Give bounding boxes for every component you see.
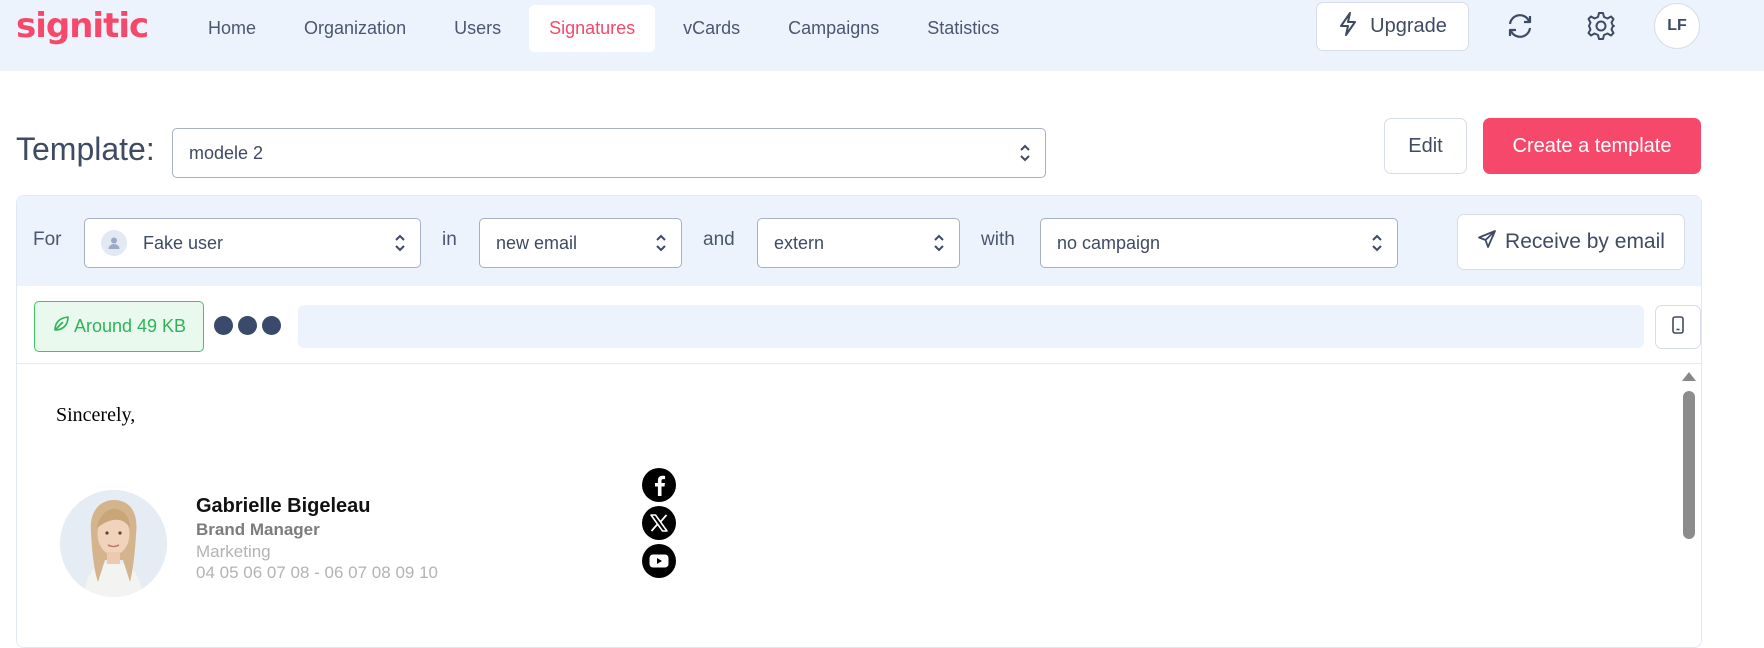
chevron-updown-icon <box>1020 144 1030 162</box>
email-type-value: new email <box>496 232 578 253</box>
preview-address-bar <box>298 305 1644 348</box>
chevron-updown-icon <box>395 234 405 252</box>
user-select[interactable]: Fake user <box>84 218 421 268</box>
signitic-logo[interactable]: signitic <box>16 6 149 46</box>
lightning-icon <box>1338 11 1358 42</box>
nav-statistics[interactable]: Statistics <box>907 5 1019 52</box>
and-label: and <box>703 229 735 250</box>
facebook-icon[interactable] <box>642 468 676 502</box>
x-icon[interactable] <box>642 506 676 540</box>
create-template-button[interactable]: Create a template <box>1483 118 1701 174</box>
nav-campaigns[interactable]: Campaigns <box>768 5 899 52</box>
window-dot <box>214 316 233 335</box>
user-select-value: Fake user <box>143 232 224 253</box>
filter-bar: For Fake user in new email and extern wi… <box>17 196 1701 286</box>
edit-button[interactable]: Edit <box>1384 118 1467 174</box>
audience-select[interactable]: extern <box>757 218 960 268</box>
send-icon <box>1477 229 1497 255</box>
mobile-preview-button[interactable] <box>1655 305 1701 349</box>
upgrade-label: Upgrade <box>1370 15 1447 37</box>
scrollbar-thumb[interactable] <box>1683 391 1695 539</box>
user-avatar[interactable]: LF <box>1654 3 1700 49</box>
signature-preview-panel: For Fake user in new email and extern wi… <box>16 195 1702 648</box>
window-dot <box>238 316 257 335</box>
window-dots <box>214 316 281 335</box>
receive-by-email-button[interactable]: Receive by email <box>1457 214 1685 270</box>
signature-department: Marketing <box>196 542 271 561</box>
size-badge: Around 49 KB <box>34 301 204 352</box>
template-select[interactable]: modele 2 <box>172 128 1046 178</box>
template-select-value: modele 2 <box>189 142 264 163</box>
template-label: Template: <box>16 131 155 167</box>
in-label: in <box>442 229 457 250</box>
campaign-select[interactable]: no campaign <box>1040 218 1398 268</box>
youtube-icon[interactable] <box>642 544 676 578</box>
gear-icon[interactable] <box>1583 8 1619 44</box>
top-navigation: signitic Home Organization Users Signatu… <box>0 0 1764 71</box>
nav-organization[interactable]: Organization <box>284 5 426 52</box>
main-nav: Home Organization Users Signatures vCard… <box>188 4 1027 52</box>
nav-users[interactable]: Users <box>434 5 521 52</box>
email-preview: Sincerely, Gabrielle Bigeleau Brand Mana… <box>17 364 1701 647</box>
leaf-icon <box>52 315 70 338</box>
window-dot <box>262 316 281 335</box>
audience-value: extern <box>774 232 825 253</box>
nav-vcards[interactable]: vCards <box>663 5 760 52</box>
mobile-icon <box>1671 315 1685 339</box>
signature-photo <box>60 490 167 597</box>
greeting-text: Sincerely, <box>56 404 136 426</box>
signature-title: Brand Manager <box>196 520 320 539</box>
size-label: Around 49 KB <box>73 316 187 336</box>
email-type-select[interactable]: new email <box>479 218 682 268</box>
upgrade-button[interactable]: Upgrade <box>1316 2 1469 51</box>
nav-signatures[interactable]: Signatures <box>529 4 656 52</box>
chevron-updown-icon <box>934 234 944 252</box>
with-label: with <box>981 229 1015 250</box>
for-label: For <box>33 229 62 250</box>
sync-icon[interactable] <box>1502 8 1538 44</box>
chevron-updown-icon <box>1372 234 1382 252</box>
nav-home[interactable]: Home <box>188 5 276 52</box>
user-icon <box>101 230 127 256</box>
preview-toolbar: Around 49 KB <box>17 286 1701 364</box>
campaign-value: no campaign <box>1057 232 1161 253</box>
scroll-up-arrow[interactable] <box>1682 372 1696 381</box>
chevron-updown-icon <box>656 234 666 252</box>
signature-phones: 04 05 06 07 08 - 06 07 08 09 10 <box>196 563 438 582</box>
receive-by-email-label: Receive by email <box>1505 230 1665 253</box>
signature-name: Gabrielle Bigeleau <box>196 495 371 517</box>
